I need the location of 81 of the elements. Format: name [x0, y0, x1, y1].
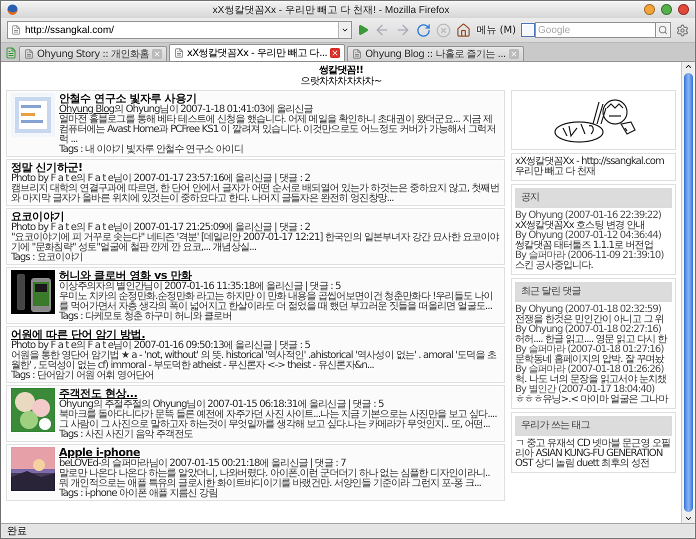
- browser-tab[interactable]: Ohyung Story :: 개인화홈: [19, 46, 167, 61]
- comment-byline: By 별인간 (2007-01-17 18:04:40): [515, 385, 654, 395]
- post-meta: Photo by F a t e의 F a t e님이 2007-01-17 21:25:09에 올리신글 | 댓글 : 2: [11, 223, 310, 233]
- comment-text[interactable]: 문학동네 홈페이지의 압박. 잘 꾸며놨: [515, 355, 672, 365]
- post-meta: Photo by F a t e의 F a t e님이 2007-01-17 23:57:16에 올리신글 | 댓글 : 2: [11, 174, 310, 184]
- firefox-logo-icon: [7, 4, 18, 15]
- search-button[interactable]: [656, 22, 671, 38]
- blog-heading: 썽칼댓꼼!!: [318, 66, 364, 76]
- post-title[interactable]: 허니와 클로버 영화 vs 만화: [59, 269, 192, 282]
- tab-list-icon[interactable]: [5, 47, 17, 59]
- page-icon: [352, 49, 362, 59]
- home-button[interactable]: [456, 22, 472, 38]
- post-tags: Tags : 사진 사진기 음악 주객전도: [59, 430, 500, 440]
- page-icon: [11, 25, 21, 35]
- post-title[interactable]: 안철수 연구소 빛자루 사용기: [59, 92, 196, 105]
- comment-byline: By 슬퍼마라 (2007-01-18 01:26:26): [515, 365, 664, 375]
- post-meta: beLOVEd-의 슬퍼마라님이 2007-01-15 00:21:18에 올리신글 | 댓글 : 7: [59, 459, 346, 469]
- browser-tab[interactable]: Ohyung Blog :: 나홀로 즐기는 ...: [347, 46, 524, 61]
- notice-text[interactable]: xX썽칼댓꼼Xx 호스팅 변경 안내: [515, 221, 672, 231]
- post-title[interactable]: 어원에 따른 단어 암기 방법.: [11, 328, 146, 341]
- address-field[interactable]: http://ssangkal.com/: [7, 21, 352, 39]
- comment-byline: By Ohyung (2007-01-18 02:32:59): [515, 305, 661, 315]
- post-title[interactable]: 정말 신기하군!: [11, 161, 83, 174]
- site-address: xX썽칼댓꼼Xx - http://ssangkal.com: [515, 157, 665, 167]
- post-excerpt: "요코이야기에 피 거꾸로 솟는다" 네티즌 '격분' [데일리안 2007-01-17 12:21] 한국인의 일본부녀자 강간 묘사한 요코이야기에 "문화침략" 성토"얼굴에 철판 깐게 깐 요코,... 개념상실...: [11, 233, 500, 253]
- browser-tab[interactable]: xX썽칼댓꼼Xx - 우리만 빼고 다...: [168, 44, 346, 61]
- panel-heading: 우리가 쓰는 태그: [515, 416, 672, 436]
- post-tags: Tags : i-phone 아이폰 애플 지름신 강림: [59, 489, 500, 499]
- comment-byline: By 슬퍼마라 (2007-01-18 01:27:16): [515, 345, 664, 355]
- scrollbar[interactable]: [681, 62, 695, 523]
- post-excerpt: 캠브리지 대학의 연결구과에 따르면, 한 단어 안에서 글자가 어떤 순서로 배되열어 있는가 하것는은 중하요지 않고, 첫째번와 마지막 글자가 올바른 위치에 있것는이 중하요다고 한다. 나머지 글들자은 완전히 엉진창망...: [11, 184, 500, 204]
- page-icon: [24, 49, 34, 59]
- menu-button[interactable]: 메뉴 (M): [476, 23, 516, 37]
- notice-byline: By Ohyung (2007-01-16 22:39:22): [515, 211, 662, 221]
- status-text: 완료: [7, 525, 27, 538]
- comment-text[interactable]: 헉. 나도 너의 문장을 읽고서야 눈치챘: [515, 375, 672, 385]
- blog-subheading: 으랏차차차차차차~: [300, 77, 382, 87]
- minimize-button[interactable]: [644, 4, 655, 15]
- dropdown-button[interactable]: [338, 22, 352, 38]
- post-tags: Tags : 다케모토 청춘 하구미 허니와 클로버: [59, 312, 500, 322]
- panel-heading: 최근 달린 댓글: [515, 282, 672, 302]
- comment-text[interactable]: 허허.... 한글 읽고.... 영문 읽고 다시 한: [515, 335, 672, 345]
- arrow-up-icon[interactable]: [684, 62, 693, 71]
- post-meta: Ohyung의 주절주절의 Ohyung님이 2007-01-15 06:18:31에 올리신글 | 댓글 : 5: [59, 400, 384, 410]
- post-meta: 이상주의자의 별인간님이 2007-01-16 11:35:18에 올리신글 | 댓글 : 5: [59, 282, 341, 292]
- post-excerpt: 북마크를 돌아다니다가 문뜩 들른 예전에 자주가던 사진 사이트...나는 지금 기본으로는 사진만을 보고 싶다....그 사람이 그 사진으로 말하고자 하는것이 무엇일까를 생각해 보고 싶다.나는 카메라가 무엇인지.. 또, 어떤...: [59, 410, 498, 430]
- post-title[interactable]: Apple i-phone: [59, 446, 140, 459]
- comment-text[interactable]: ㅎㅎㅎ유닝>.< 마이마 얼굴은 그나마: [515, 395, 672, 405]
- post-meta: Photo by F a t e의 F a t e님이 2007-01-16 09:50:13에 올리신글 | 댓글 : 5: [11, 341, 310, 351]
- reload-button[interactable]: [416, 22, 432, 38]
- site-tagline: 우리만 빼고 다 천재: [515, 167, 596, 177]
- post-excerpt: 우미노 치카의 순정만화.순정만화 라고는 하지만 이 만화 내용을 곱씹어보면이건 청춘만화다 !우리들도 나이를 먹어가면서 자층 생각의 폭이 넓어지고 한살이라도 더 젊었을 때 했던 부끄러운 짓들을 떠올리면 얼굴도...: [59, 292, 494, 312]
- caret-icon: [341, 26, 350, 34]
- close-button[interactable]: [678, 4, 689, 15]
- comment-byline: By Ohyung (2007-01-18 02:27:16): [515, 325, 661, 335]
- search-field[interactable]: Google: [535, 22, 656, 38]
- comment-text[interactable]: 전쟁을 한것은 민인간이 아니고 그 위: [515, 315, 672, 325]
- post-meta: Ohyung Blog의 Ohyung님이 2007-1-18 01:41:03에 올리신글: [59, 105, 313, 115]
- tag-cloud[interactable]: ㄱ 중고 유재석 CD 넷마블 문근영 오필리아 ASIAN KUNG-FU GENERATION OST 상디 놀림 duett 최후의 성전: [515, 439, 672, 469]
- post-excerpt: 말로만 나온다 나온다 하는를 알았더니, 나와버렸다. 아이폰.이런 군더더기 하나 없는 심플한 디자인이라니.. 뭐 개인적으로는 애플 특유의 글로시한 화이트바디이기를 바랬건만. 서양인들 기준이라 그런지 포-퐁 크...: [59, 469, 491, 489]
- post-tags: Tags : 단어암기 어원 어휘 영어단어: [11, 371, 500, 381]
- notice-byline: By 슬퍼마라 (2006-11-09 21:39:10): [515, 251, 664, 261]
- window-title: xX썽칼댓꼼Xx - 우리만 빼고 다 천재! - Mozilla Firefox: [212, 4, 450, 16]
- close-icon[interactable]: [330, 48, 340, 58]
- post-excerpt: 어원을 통한 영단어 암기법 ★ a - 'not, without' 의 뜻. historical '역사적인' .ahistorical '역사성이 없는' . amoral '도덕을 초월한' , 도덕성이 없는 cf) immoral - 부도덕한 atheist - 무신론자 <-> theist - 유신론자&n...: [11, 351, 498, 371]
- post-tags: Tags : 요코이야기: [11, 253, 500, 263]
- notice-byline: By Ohyung (2007-01-12 04:36:44): [515, 231, 662, 241]
- post-title[interactable]: 주객전도 현상...: [59, 387, 138, 400]
- post-tags: Tags : 내 이야기 빛자루 안철수 연구소 아이디: [59, 145, 500, 155]
- notice-text[interactable]: 썽칼댓꼼 태터툴즈 1.1.1로 버전업: [515, 241, 672, 251]
- page-icon: [174, 48, 184, 58]
- post-title[interactable]: 요코이야기: [11, 210, 64, 223]
- arrow-down-icon[interactable]: [684, 514, 693, 523]
- post-excerpt: 얼마전 홀블로그를 통해 베타 테스트에 신청을 했습니다. 어제 메일을 확인하니 초대권이 왔더군요... 지금 제 컴퓨터에는 Avast Home과 PCFree KS1 이 깔려져 있습니다. 이것만으로도 어느정도 커버가 가능해서 그럭저럭 ...: [59, 115, 497, 145]
- panel-heading: 공지: [515, 188, 672, 208]
- go-button[interactable]: [357, 24, 370, 36]
- search-engine-icon[interactable]: [521, 23, 535, 37]
- notice-text[interactable]: 스킨 공사중입니다.: [515, 261, 672, 271]
- settings-icon[interactable]: [676, 24, 689, 36]
- maximize-button[interactable]: [661, 4, 672, 15]
- blog-link[interactable]: Ohyung Blog: [59, 104, 114, 115]
